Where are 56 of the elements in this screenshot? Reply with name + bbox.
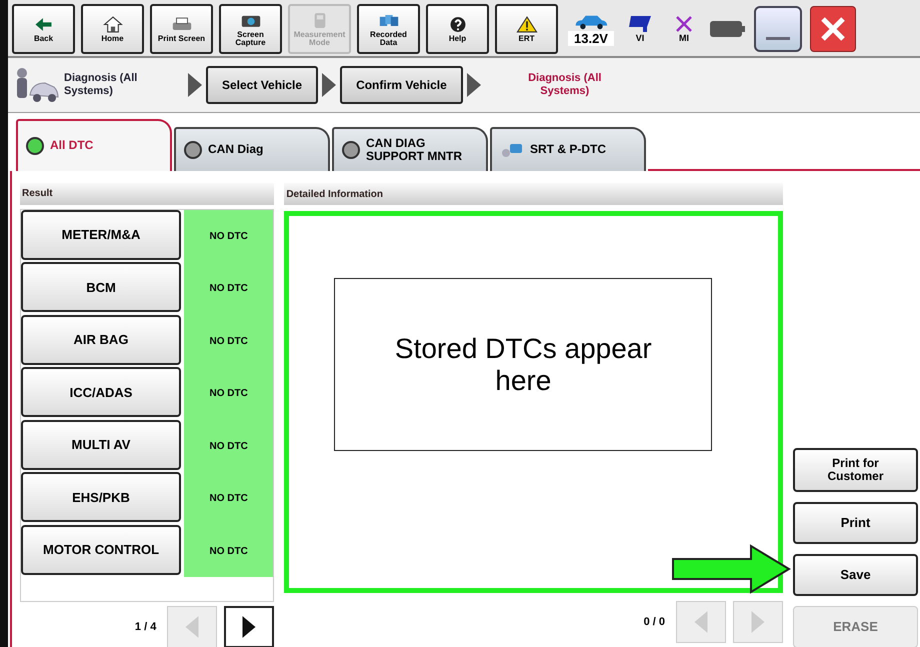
toolbar-button[interactable]: Help [426,4,489,54]
breadcrumb-step[interactable]: Select Vehicle [206,66,318,104]
dtc-status: NO DTC [184,472,274,525]
printer-icon [170,16,192,32]
close-button[interactable] [810,6,856,52]
breadcrumb-step[interactable]: Confirm Vehicle [340,66,463,104]
step-arrow-icon [466,73,481,97]
step-arrow-icon [188,73,202,97]
tool-icon [500,142,524,158]
dtc-status: NO DTC [184,524,274,578]
dtc-status: NO DTC [184,314,274,368]
system-button[interactable]: ICC/ADAS [21,367,181,418]
page-counter: 1 / 4 [134,621,156,633]
step-arrow-icon [322,73,336,97]
minimize-icon [764,36,791,40]
system-button[interactable]: AIR BAG [21,314,181,365]
breadcrumb-title: Diagnosis (All Systems) [64,72,138,98]
page-counter: 0 / 0 [644,616,665,628]
status-lamp-icon [342,141,360,159]
toolbar-button[interactable]: Print Screen [150,4,213,54]
vi-label: VI [636,33,644,43]
toolbar-button[interactable]: Screen Capture [219,4,282,54]
note-box: Stored DTCs appear here [334,278,712,451]
toolbar-button[interactable]: ERT [495,4,558,54]
action-button[interactable]: Save [793,554,918,596]
mi-label: MI [678,33,689,43]
status-lamp-icon [184,141,202,159]
tab[interactable]: All DTC [16,119,172,171]
toolbar-button[interactable]: Back [12,4,75,54]
battery-icon [710,20,746,38]
car-icon [572,12,609,30]
home-icon [102,16,124,32]
toolbar-button[interactable]: Home [81,4,144,54]
dtc-status: NO DTC [184,420,274,472]
next-page-button[interactable] [224,606,274,647]
warning-icon [516,16,538,32]
system-button[interactable]: MOTOR CONTROL [21,524,181,575]
result-header: Result [20,183,274,205]
action-button[interactable]: Print [793,502,918,544]
tab[interactable]: CAN DIAG SUPPORT MNTR [332,127,488,171]
system-button[interactable]: BCM [21,262,181,312]
system-button[interactable]: EHS/PKB [21,472,181,522]
minimize-button[interactable] [754,6,802,52]
dtc-status: NO DTC [184,210,274,262]
dtc-status: NO DTC [184,262,274,315]
system-button[interactable]: MULTI AV [21,420,181,470]
detail-header: Detailed Information [284,183,783,205]
tab[interactable]: SRT & P-DTC [490,127,646,171]
dtc-status: NO DTC [184,367,274,420]
tab[interactable]: CAN Diag [174,127,330,171]
action-button[interactable]: Print for Customer [793,448,918,492]
current-step: Diagnosis (All Systems) [504,72,625,98]
toolbar-button[interactable]: Recorded Data [357,4,420,54]
system-button[interactable]: METER/M&A [21,210,181,260]
status-lamp-icon [26,137,44,155]
voltage-reading: 13.2V [568,30,614,46]
